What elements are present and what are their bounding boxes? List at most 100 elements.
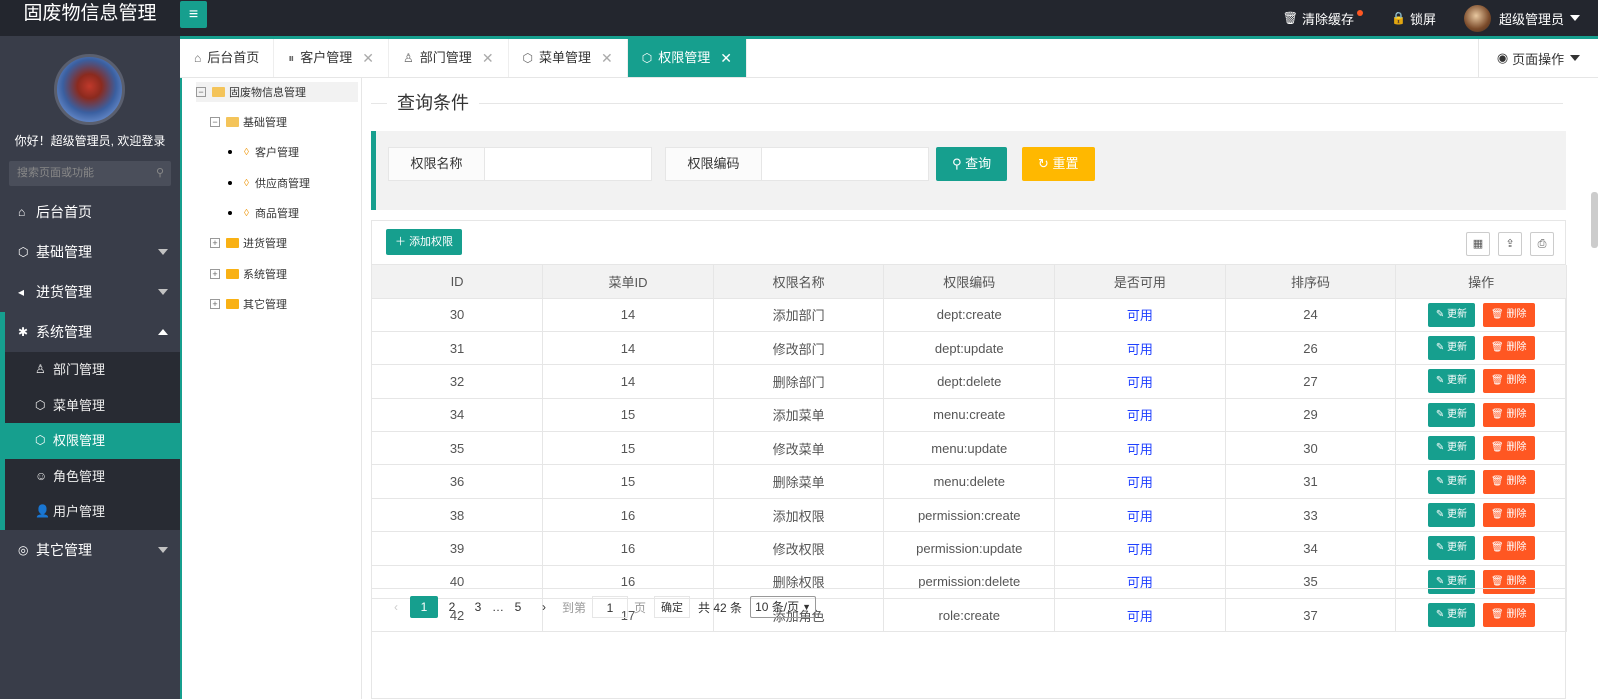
welcome-text: 你好！超级管理员, 欢迎登录: [14, 134, 166, 148]
page-link[interactable]: 1: [410, 596, 438, 618]
notification-dot: [1357, 10, 1364, 16]
delete-button[interactable]: 🗑 删除: [1483, 469, 1535, 494]
prev-page-icon[interactable]: ‹: [384, 596, 408, 618]
close-icon[interactable]: ✕: [482, 39, 494, 77]
permission-name-input[interactable]: [485, 148, 651, 180]
print-icon[interactable]: ⎙: [1530, 232, 1554, 256]
sidebar-item-role[interactable]: ☺ 角色管理: [5, 459, 180, 495]
scrollbar-thumb[interactable]: [1591, 192, 1598, 248]
cell-code: dept:update: [883, 331, 1056, 366]
page-number-input[interactable]: 1: [592, 596, 629, 618]
tree-node-basic[interactable]: − 基础管理: [210, 112, 287, 132]
tree-node-customer[interactable]: ◊ 客户管理: [228, 142, 299, 162]
sidebar-item-system[interactable]: ✱ 系统管理: [0, 312, 180, 352]
search-button[interactable]: ⚲ 查询: [936, 147, 1008, 181]
update-button[interactable]: ✎ 更新: [1427, 436, 1476, 461]
cell-id: 34: [372, 398, 544, 433]
section-title: 查询条件: [387, 93, 479, 113]
collapse-icon[interactable]: −: [210, 117, 220, 127]
page-ops-dropdown[interactable]: ◉ 页面操作: [1478, 39, 1598, 77]
page-size-value: 10 条/页: [755, 600, 800, 614]
cell-menu-id: 14: [542, 331, 714, 366]
delete-button[interactable]: 🗑 删除: [1483, 536, 1535, 561]
tab-dept[interactable]: ♙ 部门管理 ✕: [389, 39, 509, 77]
update-button[interactable]: ✎ 更新: [1427, 469, 1476, 494]
page-link[interactable]: 2: [440, 596, 464, 618]
tree-node-supplier[interactable]: ◊ 供应商管理: [228, 173, 310, 193]
cell-order: 24: [1225, 298, 1397, 332]
delete-button[interactable]: 🗑 删除: [1483, 436, 1535, 461]
expand-icon[interactable]: +: [210, 299, 220, 309]
delete-button[interactable]: 🗑 删除: [1483, 503, 1535, 528]
tree-node-system[interactable]: + 系统管理: [210, 264, 287, 284]
table-row: 36 15 删除菜单 menu:delete 可用 31 ✎ 更新 🗑 删除: [372, 464, 1567, 499]
table-row: 35 15 修改菜单 menu:update 可用 30 ✎ 更新 🗑 删除: [372, 431, 1567, 466]
tree-node-label: 系统管理: [243, 269, 287, 281]
delete-button[interactable]: 🗑 删除: [1483, 336, 1535, 361]
reset-button[interactable]: ↻ 重置: [1022, 147, 1095, 181]
update-button[interactable]: ✎ 更新: [1427, 336, 1476, 361]
page-size-select[interactable]: 10 条/页 ▼: [750, 596, 817, 618]
lock-screen-button[interactable]: 🔒 锁屏: [1391, 4, 1436, 32]
delete-button[interactable]: 🗑 删除: [1483, 369, 1535, 394]
delete-label: 删除: [1506, 408, 1527, 420]
tab-customer[interactable]: ⏸ 客户管理 ✕: [274, 39, 390, 77]
trash-icon: 🗑: [1491, 308, 1507, 320]
update-button[interactable]: ✎ 更新: [1427, 369, 1476, 394]
sidebar-item-other[interactable]: ◎ 其它管理: [0, 530, 180, 570]
sidebar-item-basic[interactable]: ⬡ 基础管理: [0, 232, 180, 272]
delete-button[interactable]: 🗑 删除: [1483, 302, 1535, 327]
sidebar-search-input[interactable]: 搜索页面或功能 ⚲: [9, 161, 171, 186]
tree-node-root[interactable]: − 固废物信息管理: [196, 82, 358, 102]
update-button[interactable]: ✎ 更新: [1427, 536, 1476, 561]
page-link[interactable]: 3: [466, 596, 490, 618]
trash-icon: 🗑: [1491, 408, 1507, 420]
home-icon: ⌂: [18, 205, 26, 219]
sidebar-item-label: 后台首页: [36, 204, 92, 220]
goto-confirm-button[interactable]: 确定: [654, 596, 691, 618]
close-icon[interactable]: ✕: [362, 39, 374, 77]
next-page-icon[interactable]: ›: [532, 596, 556, 618]
tab-menu[interactable]: ⬡ 菜单管理 ✕: [509, 39, 628, 77]
export-icon[interactable]: ⇪: [1498, 232, 1522, 256]
collapse-icon[interactable]: −: [196, 87, 206, 97]
cell-available: 可用: [1054, 531, 1226, 566]
trash-icon: 🗑: [1491, 542, 1507, 554]
sidebar-item-menu[interactable]: ⬡ 菜单管理: [5, 388, 180, 424]
sidebar-item-purchase[interactable]: ◂ 进货管理: [0, 272, 180, 312]
expand-icon[interactable]: +: [210, 238, 220, 248]
leaf-icon: ◊: [244, 146, 249, 158]
reset-button-label: 重置: [1052, 156, 1079, 171]
tab-home[interactable]: ⌂ 后台首页: [180, 39, 275, 77]
sidebar-item-home[interactable]: ⌂ 后台首页: [0, 192, 180, 232]
sidebar-item-user[interactable]: 👤 用户管理: [5, 494, 180, 530]
cell-code: dept:delete: [883, 364, 1056, 399]
sidebar-item-dept[interactable]: ♙ 部门管理: [5, 352, 180, 388]
close-icon[interactable]: ✕: [720, 39, 732, 77]
tab-permission[interactable]: ⬡ 权限管理 ✕: [627, 39, 748, 77]
add-permission-button[interactable]: ＋ 添加权限: [386, 229, 463, 255]
cell-id: 35: [372, 431, 544, 466]
expand-icon[interactable]: +: [210, 269, 220, 279]
update-button[interactable]: ✎ 更新: [1427, 402, 1476, 427]
cell-menu-id: 14: [542, 298, 714, 332]
sidebar-item-permission[interactable]: ⬡ 权限管理: [0, 423, 180, 459]
permission-code-input[interactable]: [762, 148, 928, 180]
trash-icon: 🗑: [1491, 375, 1507, 387]
page-link[interactable]: 5: [506, 596, 530, 618]
tree-node-goods[interactable]: ◊ 商品管理: [228, 203, 299, 223]
user-menu[interactable]: 超级管理员: [1463, 4, 1580, 32]
delete-button[interactable]: 🗑 删除: [1483, 402, 1535, 427]
update-button[interactable]: ✎ 更新: [1427, 503, 1476, 528]
tree-node-other[interactable]: + 其它管理: [210, 294, 287, 314]
columns-icon[interactable]: ▦: [1466, 232, 1490, 256]
delete-label: 删除: [1506, 475, 1527, 487]
clear-cache-button[interactable]: 🗑 清除缓存: [1283, 4, 1364, 32]
menu-toggle-button[interactable]: ≡: [180, 1, 207, 28]
close-icon[interactable]: ✕: [601, 39, 613, 77]
delete-label: 删除: [1506, 509, 1527, 521]
cell-order: 33: [1225, 498, 1397, 533]
page-ops-label: 页面操作: [1512, 51, 1565, 67]
tree-node-purchase[interactable]: + 进货管理: [210, 233, 287, 253]
update-button[interactable]: ✎ 更新: [1427, 302, 1476, 327]
